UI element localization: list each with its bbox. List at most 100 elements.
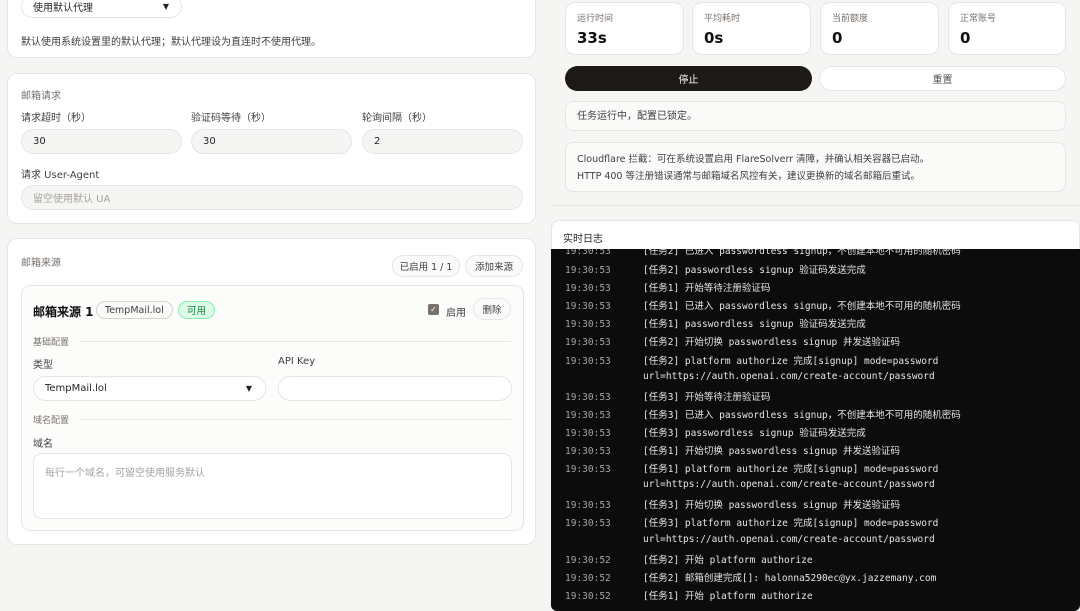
mail-source-card: 邮箱来源 已启用 1 / 1 添加来源 邮箱来源 1 TempMail.lol … xyxy=(7,238,536,545)
stat-quota-value: 0 xyxy=(832,29,843,47)
app-root: 使用默认代理 ▼ 默认使用系统设置里的默认代理；默认代理设为直连时不使用代理。 … xyxy=(0,0,1080,611)
stat-runtime-value: 33s xyxy=(577,29,607,47)
timeout-label: 请求超时（秒） xyxy=(21,113,91,124)
ua-input[interactable]: 留空使用默认 UA xyxy=(21,185,523,210)
log-row: 19:30:53 [任务3] 已进入 passwordless signup，不创… xyxy=(565,407,961,421)
code-wait-input[interactable]: 30 xyxy=(191,129,352,154)
log-time: 19:30:53 xyxy=(565,355,611,367)
log-message: [任务1] 开始 platform authorize xyxy=(643,590,813,602)
log-time: 19:30:53 xyxy=(565,409,611,421)
log-row: 19:30:53 [任务1] 开始切换 passwordless signup 并… xyxy=(565,443,900,457)
enable-checkbox[interactable]: ✓ xyxy=(428,304,439,315)
log-message: [任务1] 已进入 passwordless signup，不创建本地不可用的随… xyxy=(643,301,961,313)
log-message: [任务1] 开始等待注册验证码 xyxy=(643,283,771,295)
domain-section-divider xyxy=(80,419,511,420)
log-time: 19:30:53 xyxy=(565,301,611,313)
mail-source-title: 邮箱来源 xyxy=(21,258,61,269)
reset-button[interactable]: 重置 xyxy=(819,66,1066,91)
delete-source-button[interactable]: 删除 xyxy=(473,298,511,320)
tips-box: Cloudflare 拦截：可在系统设置启用 FlareSolverr 清障，并… xyxy=(565,142,1066,192)
log-row: 19:30:53 [任务3] passwordless signup 验证码发送完… xyxy=(565,425,866,439)
log-message-continuation: url=https://auth.openai.com/create-accou… xyxy=(643,370,935,382)
proxy-card: 使用默认代理 ▼ 默认使用系统设置里的默认代理；默认代理设为直连时不使用代理。 xyxy=(7,0,536,58)
stat-quota: 当前额度 0 xyxy=(820,2,939,55)
log-row: 19:30:52 [任务2] 邮箱创建完成[]: halonna5290ec@yx… xyxy=(565,570,936,584)
locked-message: 任务运行中，配置已锁定。 xyxy=(565,101,1066,131)
log-row: 19:30:53 [任务1] passwordless signup 验证码发送完… xyxy=(565,316,866,330)
log-row: 19:30:53 [任务1] 开始等待注册验证码 xyxy=(565,280,770,294)
log-message: [任务2] 已进入 passwordless signup，不创建本地不可用的随… xyxy=(643,249,961,257)
log-message: [任务2] 开始 platform authorize xyxy=(643,554,813,566)
basic-section-divider xyxy=(80,341,511,342)
mail-request-card: 邮箱请求 请求超时（秒） 30 验证码等待（秒） 30 轮询间隔（秒） 2 请求… xyxy=(7,73,536,224)
domain-textarea[interactable]: 每行一个域名，可留空使用服务默认 xyxy=(33,453,512,519)
mail-request-title: 邮箱请求 xyxy=(21,91,61,102)
log-message: [任务1] platform authorize 完成[signup] mode… xyxy=(643,464,939,476)
log-row: 19:30:52 [任务2] 开始 platform authorize xyxy=(565,552,813,566)
check-icon: ✓ xyxy=(430,305,437,314)
log-message-continuation: url=https://auth.openai.com/create-accou… xyxy=(643,479,935,491)
apikey-input[interactable] xyxy=(278,376,512,401)
stop-button[interactable]: 停止 xyxy=(565,66,812,91)
stat-avg-time-value: 0s xyxy=(704,29,724,47)
log-message: [任务1] passwordless signup 验证码发送完成 xyxy=(643,319,866,331)
log-time: 19:30:53 xyxy=(565,464,611,476)
stat-accounts: 正常账号 0 xyxy=(948,2,1066,55)
ua-label: 请求 User-Agent xyxy=(21,170,100,181)
chevron-down-icon: ▼ xyxy=(162,2,169,11)
chevron-down-icon: ▼ xyxy=(245,384,252,393)
log-time: 19:30:53 xyxy=(565,500,611,512)
type-select-value: TempMail.lol xyxy=(45,383,107,394)
log-row: 19:30:53 [任务1] platform authorize 完成[sign… xyxy=(565,461,938,475)
provider-tag: TempMail.lol xyxy=(96,301,173,319)
log-row: 19:30:53 [任务3] 开始切换 passwordless signup 并… xyxy=(565,497,900,511)
log-message: [任务3] 开始切换 passwordless signup 并发送验证码 xyxy=(643,500,900,512)
log-row-partial: 19:30:53 [任务2] 已进入 passwordless signup，不创… xyxy=(565,249,961,257)
log-message: [任务2] passwordless signup 验证码发送完成 xyxy=(643,265,866,276)
log-row: 19:30:52 [任务1] 开始 platform authorize xyxy=(565,588,813,602)
timeout-input[interactable]: 30 xyxy=(21,129,182,154)
add-source-button[interactable]: 添加来源 xyxy=(465,255,523,277)
proxy-select[interactable]: 使用默认代理 ▼ xyxy=(21,0,182,18)
log-time: 19:30:53 xyxy=(565,283,611,295)
proxy-select-value: 使用默认代理 xyxy=(33,3,93,14)
log-time: 19:30:53 xyxy=(565,427,611,439)
log-message: [任务2] 开始切换 passwordless signup 并发送验证码 xyxy=(643,337,900,349)
source-name: 邮箱来源 1 xyxy=(33,305,94,319)
log-row: 19:30:53 [任务3] platform authorize 完成[sign… xyxy=(565,515,938,529)
stat-avg-time-label: 平均耗时 xyxy=(704,14,741,24)
domain-label: 域名 xyxy=(33,439,53,450)
log-header: 实时日志 xyxy=(551,220,1080,250)
type-select[interactable]: TempMail.lol ▼ xyxy=(33,376,266,401)
poll-input[interactable]: 2 xyxy=(362,129,523,154)
stat-runtime: 运行时间 33s xyxy=(565,2,684,55)
log-panel[interactable]: 19:30:53 [任务2] 已进入 passwordless signup，不创… xyxy=(551,249,1080,611)
log-time: 19:30:53 xyxy=(565,249,611,257)
log-message: [任务3] 开始等待注册验证码 xyxy=(643,391,771,403)
log-message: [任务2] platform authorize 完成[signup] mode… xyxy=(643,355,939,367)
proxy-hint: 默认使用系统设置里的默认代理；默认代理设为直连时不使用代理。 xyxy=(21,37,321,48)
stat-accounts-value: 0 xyxy=(960,29,971,47)
tip-http400: HTTP 400 等注册错误通常与邮箱域名风控有关，建议更换新的域名邮箱后重试。 xyxy=(577,171,920,182)
log-message: [任务1] 开始切换 passwordless signup 并发送验证码 xyxy=(643,446,900,457)
log-message-continuation: url=https://auth.openai.com/create-accou… xyxy=(643,533,935,545)
basic-section-label: 基础配置 xyxy=(33,338,70,348)
log-time: 19:30:53 xyxy=(565,337,611,349)
code-wait-label: 验证码等待（秒） xyxy=(191,113,271,124)
log-message: [任务3] platform authorize 完成[signup] mode… xyxy=(643,518,939,530)
stat-runtime-label: 运行时间 xyxy=(577,14,614,24)
apikey-label: API Key xyxy=(278,356,316,367)
status-badge: 可用 xyxy=(178,301,216,319)
log-row: 19:30:53 [任务3] 开始等待注册验证码 xyxy=(565,389,770,403)
log-message: [任务2] 邮箱创建完成[]: halonna5290ec@yx.jazzema… xyxy=(643,572,937,584)
poll-label: 轮询间隔（秒） xyxy=(362,113,432,124)
log-row: 19:30:53 [任务2] platform authorize 完成[sign… xyxy=(565,353,938,367)
log-time: 19:30:53 xyxy=(565,518,611,530)
controls-card-bottom-edge xyxy=(551,205,1080,206)
domain-section-label: 域名配置 xyxy=(33,416,70,426)
type-label: 类型 xyxy=(33,360,53,371)
stat-quota-label: 当前额度 xyxy=(832,14,869,24)
log-time: 19:30:52 xyxy=(565,554,611,566)
log-message: [任务3] 已进入 passwordless signup，不创建本地不可用的随… xyxy=(643,409,961,421)
log-time: 19:30:53 xyxy=(565,265,611,276)
